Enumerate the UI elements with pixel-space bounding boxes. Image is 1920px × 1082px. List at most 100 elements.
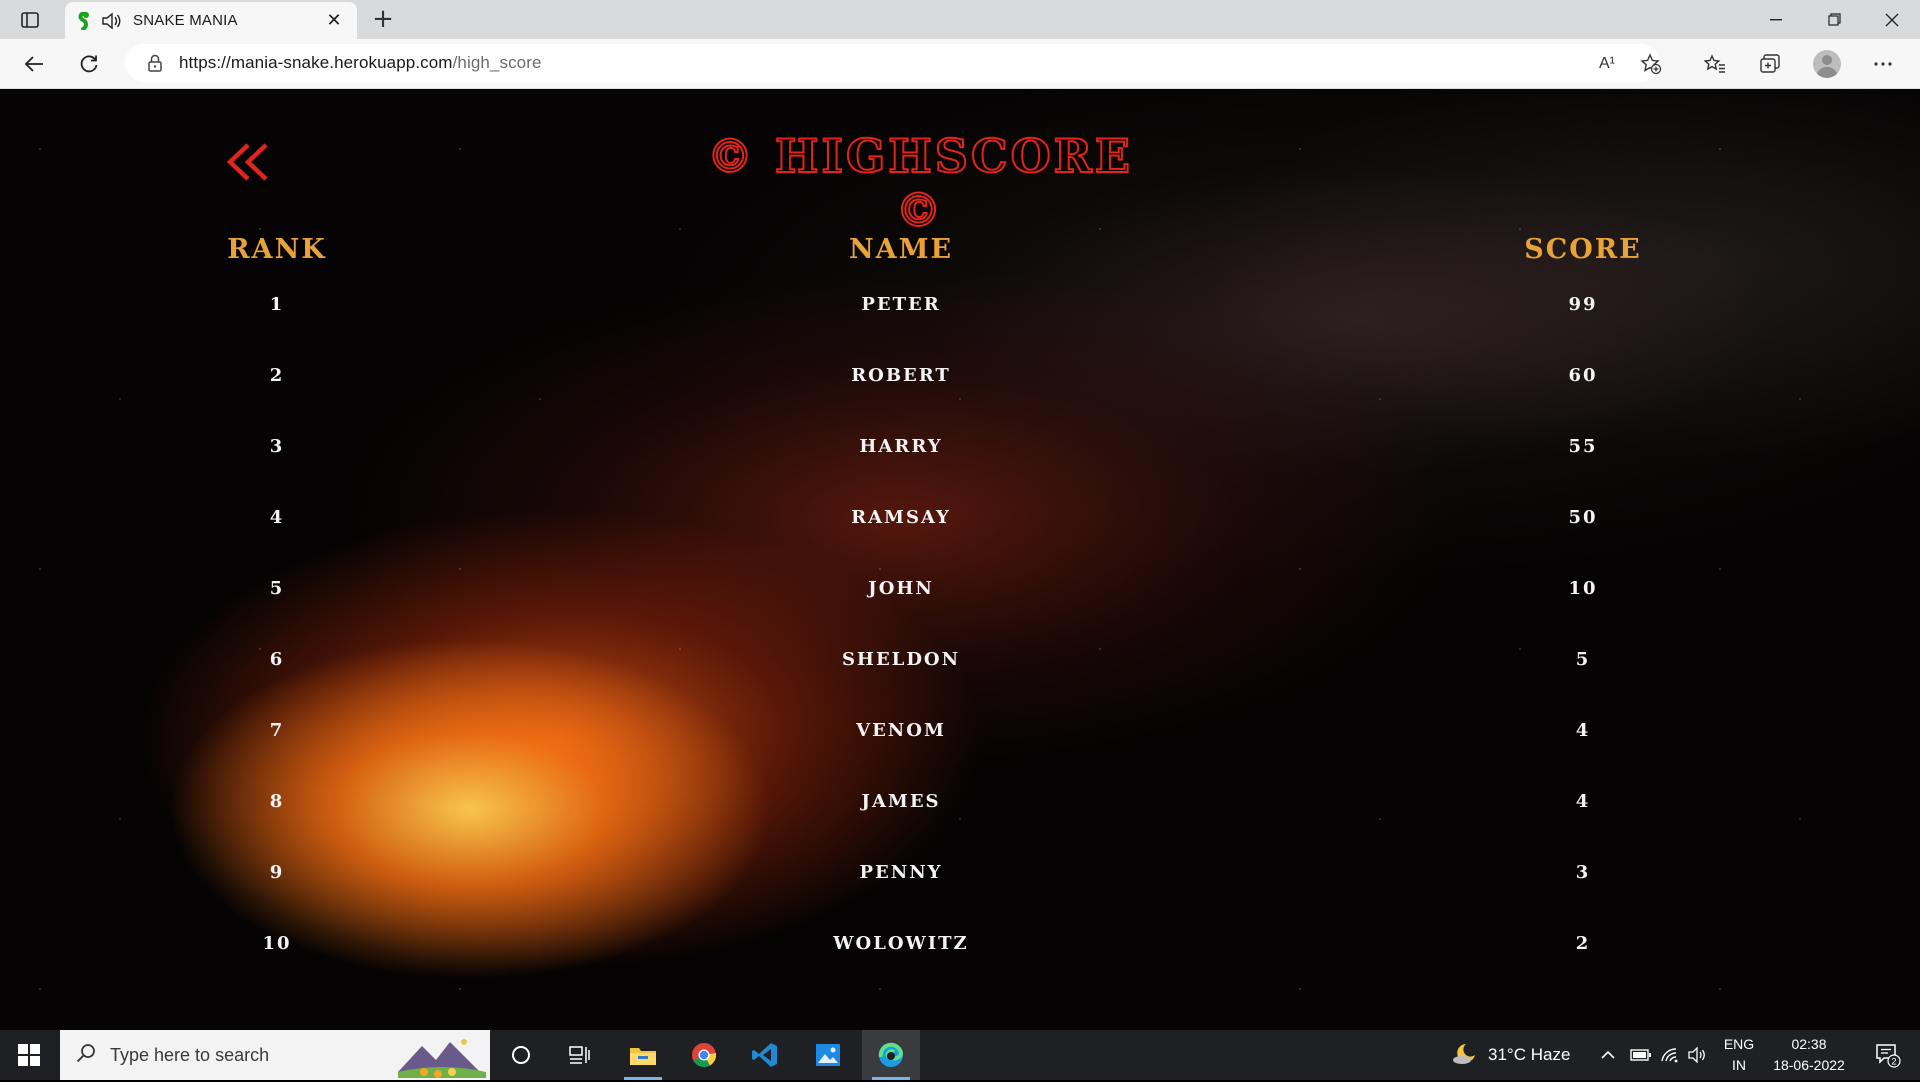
restore-icon[interactable]	[1806, 0, 1862, 39]
file-explorer-icon[interactable]	[614, 1030, 672, 1080]
table-row: 4 RAMSAY 50	[0, 507, 1920, 547]
battery-icon[interactable]	[1630, 1030, 1652, 1080]
clock-date: 18-06-2022	[1773, 1057, 1845, 1073]
add-favorite-icon[interactable]	[1639, 53, 1663, 75]
close-tab-icon[interactable]: ✕	[323, 10, 345, 31]
rank-cell: 2	[269, 365, 285, 386]
more-options-icon[interactable]	[1868, 49, 1898, 79]
name-cell: SHELDON	[841, 649, 961, 670]
browser-tab[interactable]: SNAKE MANIA ✕	[65, 2, 357, 39]
edge-icon[interactable]	[862, 1030, 920, 1080]
task-view-icon[interactable]	[551, 1030, 609, 1080]
tab-title: SNAKE MANIA	[133, 12, 238, 29]
table-row: 2 ROBERT 60	[0, 365, 1920, 405]
taskbar-search-box[interactable]: Type here to search	[60, 1030, 490, 1080]
show-hidden-icons-chevron-icon[interactable]	[1600, 1030, 1616, 1080]
table-row: 6 SHELDON 5	[0, 649, 1920, 689]
input-language-indicator[interactable]: ENG IN	[1714, 1034, 1764, 1076]
rank-cell: 3	[269, 436, 285, 457]
score-cell: 60	[1568, 365, 1598, 386]
wifi-icon[interactable]	[1660, 1030, 1680, 1080]
back-arrow-icon[interactable]	[16, 47, 52, 81]
score-cell: 50	[1568, 507, 1598, 528]
rank-cell: 6	[269, 649, 285, 670]
name-cell: PETER	[861, 294, 941, 315]
url-path: /high_score	[452, 53, 542, 72]
rank-cell: 1	[269, 294, 285, 315]
region-code: IN	[1732, 1057, 1746, 1073]
score-cell: 3	[1575, 862, 1591, 883]
favorites-icon[interactable]	[1700, 49, 1730, 79]
url-host: https://mania-snake.herokuapp.com	[179, 53, 453, 72]
name-cell: WOLOWITZ	[833, 933, 969, 954]
table-row: 8 JAMES 4	[0, 791, 1920, 831]
score-cell: 2	[1575, 933, 1591, 954]
rank-cell: 7	[269, 720, 285, 741]
rank-cell: 5	[269, 578, 285, 599]
rank-cell: 4	[269, 507, 285, 528]
weather-widget[interactable]: 31°C Haze	[1452, 1030, 1570, 1080]
name-cell: JOHN	[868, 578, 934, 599]
chrome-icon[interactable]	[675, 1030, 733, 1080]
language-code: ENG	[1723, 1036, 1755, 1052]
collections-icon[interactable]	[1755, 49, 1785, 79]
lock-icon[interactable]	[147, 54, 165, 72]
volume-icon[interactable]	[1688, 1030, 1708, 1080]
clock[interactable]: 02:38 18-06-2022	[1766, 1034, 1852, 1076]
name-cell: RAMSAY	[851, 507, 951, 528]
table-row: 5 JOHN 10	[0, 578, 1920, 618]
windows-start-icon[interactable]	[0, 1030, 58, 1080]
rank-cell: 9	[269, 862, 285, 883]
back-double-chevron-icon[interactable]	[226, 141, 272, 183]
refresh-icon[interactable]	[71, 47, 107, 81]
table-row: 7 VENOM 4	[0, 720, 1920, 760]
score-cell: 5	[1575, 649, 1591, 670]
name-cell: JAMES	[861, 791, 941, 812]
rank-header: RANK	[227, 234, 327, 265]
minimize-icon[interactable]	[1748, 0, 1804, 39]
address-bar[interactable]: https://mania-snake.herokuapp.com/high_s…	[125, 44, 1663, 82]
score-header: SCORE	[1524, 234, 1642, 265]
snake-favicon-icon	[77, 10, 93, 31]
rank-cell: 8	[269, 791, 285, 812]
score-cell: 4	[1575, 720, 1591, 741]
table-row: 9 PENNY 3	[0, 862, 1920, 902]
clock-time: 02:38	[1791, 1036, 1827, 1052]
notification-count: 2	[1891, 1057, 1896, 1067]
name-cell: HARRY	[859, 436, 943, 457]
search-highlight-illustration-icon	[394, 1032, 490, 1078]
table-row: 3 HARRY 55	[0, 436, 1920, 476]
url-text: https://mania-snake.herokuapp.com/high_s…	[179, 53, 542, 73]
notification-center-icon[interactable]: 2	[1868, 1030, 1908, 1080]
highscore-page: © HIGHSCORE © RANK NAME SCORE 1 PETER 99…	[0, 89, 1920, 1030]
score-cell: 99	[1568, 294, 1598, 315]
score-cell: 55	[1568, 436, 1598, 457]
close-window-icon[interactable]	[1864, 0, 1920, 39]
windows-taskbar: Type here to search 31°C Haze ENG IN 02:…	[0, 1030, 1920, 1080]
moon-cloud-icon	[1452, 1041, 1480, 1070]
tab-strip: SNAKE MANIA ✕ +	[0, 0, 1920, 39]
profile-avatar[interactable]	[1812, 49, 1842, 79]
speaker-icon[interactable]	[101, 12, 123, 30]
table-row: 1 PETER 99	[0, 294, 1920, 334]
cortana-icon[interactable]	[492, 1030, 550, 1080]
name-cell: VENOM	[856, 720, 946, 741]
table-row: 10 WOLOWITZ 2	[0, 933, 1920, 973]
new-tab-button[interactable]: +	[368, 4, 398, 34]
score-cell: 10	[1568, 578, 1598, 599]
weather-text: 31°C Haze	[1488, 1045, 1571, 1064]
avatar-icon	[1813, 50, 1841, 78]
tab-actions-icon[interactable]	[12, 8, 48, 32]
rank-cell: 10	[262, 933, 292, 954]
name-header: NAME	[848, 234, 954, 265]
name-cell: ROBERT	[851, 365, 951, 386]
read-aloud-icon[interactable]: A¹	[1595, 53, 1619, 75]
name-cell: PENNY	[859, 862, 943, 883]
vscode-icon[interactable]	[736, 1030, 794, 1080]
search-placeholder: Type here to search	[110, 1044, 270, 1065]
score-cell: 4	[1575, 791, 1591, 812]
search-icon	[76, 1043, 96, 1067]
browser-toolbar: https://mania-snake.herokuapp.com/high_s…	[0, 39, 1920, 89]
page-title: © HIGHSCORE ©	[706, 128, 1133, 238]
photos-icon[interactable]	[799, 1030, 857, 1080]
